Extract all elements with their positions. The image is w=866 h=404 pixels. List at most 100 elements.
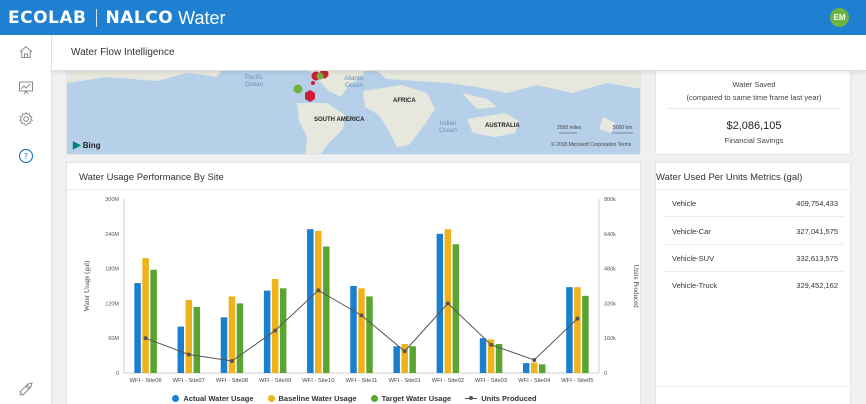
metric-value: 329,452,162 [796, 281, 838, 290]
y2-tick-label: 320k [604, 301, 616, 307]
metric-row-vehicle-car[interactable]: Vehicle-Car 327,041,575 [664, 218, 844, 245]
metric-row-vehicle[interactable]: Vehicle 409,754,433 [664, 190, 844, 217]
y2-axis-title: Units Produced [632, 264, 640, 308]
y2-tick-label: 640k [604, 232, 616, 238]
x-tick-label: WFI - Site08 [216, 378, 248, 384]
bar-baseline-water-usage [142, 258, 149, 373]
gear-icon[interactable] [0, 111, 52, 127]
bar-target-water-usage [409, 346, 416, 373]
map-label-australia: AUSTRALIA [485, 123, 520, 129]
units-produced-point [143, 336, 148, 341]
x-tick-label: WFI - Site09 [259, 378, 291, 384]
bar-actual-water-usage [566, 287, 573, 373]
metric-label: Vehicle-SUV [672, 253, 715, 263]
bar-actual-water-usage [393, 346, 400, 373]
bar-target-water-usage [279, 288, 287, 373]
bar-actual-water-usage [479, 338, 487, 373]
x-tick-label: WFI - Site02 [432, 378, 464, 384]
legend-label: Target Water Usage [381, 394, 452, 403]
legend-item[interactable]: Baseline Water Usage [267, 394, 357, 403]
top-bar: ECOLAB NALCO Water EM [0, 0, 866, 35]
sidebar: ? [0, 35, 52, 404]
y2-tick-label: 160k [604, 336, 616, 342]
page-header: Water Flow Intelligence [52, 35, 866, 71]
bar-baseline-water-usage [315, 230, 322, 373]
help-icon[interactable]: ? [0, 148, 52, 164]
bar-actual-water-usage [350, 286, 357, 373]
map-scale-km: 5000 km [613, 125, 633, 131]
units-produced-point [229, 359, 234, 364]
nalco-logo-text: NALCO [105, 8, 174, 28]
y2-tick-label: 480k [604, 267, 616, 273]
water-usage-chart: 0 60M 120M 180M 240M 300M 0 160k 320k 480k 640k 800… [83, 197, 640, 384]
x-tick-label: WFI - Site03 [475, 378, 507, 384]
bar-baseline-water-usage [530, 362, 538, 373]
map-label-indian: Indian Ocean [439, 121, 457, 134]
y-tick-label: 180M [105, 267, 119, 273]
y-tick-label: 240M [105, 232, 119, 238]
map-label-atlantic: Atlantic Ocean [344, 76, 364, 89]
bing-logo: ▶ Bing [73, 140, 101, 151]
monitor-chart-icon[interactable] [0, 80, 52, 96]
legend-swatch [172, 395, 180, 402]
legend-item[interactable]: Units Produced [465, 394, 537, 403]
bar-actual-water-usage [307, 229, 314, 373]
financial-savings-label: Financial Savings [724, 136, 784, 145]
site-map[interactable]: Pacific Ocean Atlantic Ocean AFRICA SOUT… [66, 62, 641, 155]
brand-divider [95, 9, 97, 27]
metric-value: 409,754,433 [796, 198, 838, 208]
comparison-note: (compared to same time frame last year) [686, 93, 822, 102]
chart-legend: Actual Water Usage Baseline Water Usage Ta… [67, 394, 642, 403]
metric-value: 327,041,575 [796, 226, 838, 236]
x-tick-label: WFI - Site05 [561, 378, 593, 384]
units-produced-point [489, 342, 494, 347]
map-label-pacific: Pacific Ocean [245, 75, 263, 88]
bar-actual-water-usage [220, 317, 228, 373]
map-scale-miles: 2500 miles [557, 125, 582, 131]
bar-target-water-usage [193, 306, 201, 373]
water-logo-text: Water [178, 7, 226, 28]
x-tick-label: WFI - Site07 [173, 378, 205, 384]
units-produced-point [359, 313, 364, 318]
legend-label: Actual Water Usage [183, 394, 254, 403]
user-avatar[interactable]: EM [830, 8, 849, 27]
bar-target-water-usage [366, 296, 373, 373]
bar-actual-water-usage [134, 283, 141, 373]
metric-label: Vehicle-Truck [672, 281, 718, 290]
units-produced-point [532, 357, 537, 362]
map-copyright[interactable]: © 2018 Microsoft Corporation Terms [551, 142, 631, 148]
bar-actual-water-usage [436, 233, 444, 373]
bar-actual-water-usage [177, 326, 185, 373]
y-tick-label: 60M [108, 336, 119, 342]
bar-baseline-water-usage [358, 288, 365, 373]
y-tick-label: 300M [105, 197, 119, 203]
bar-target-water-usage [538, 364, 546, 373]
brand-logo[interactable]: ECOLAB NALCO Water [8, 7, 226, 29]
rocket-icon[interactable] [0, 381, 52, 397]
bar-actual-water-usage [522, 363, 530, 373]
units-produced-point [186, 352, 191, 357]
bar-target-water-usage [150, 269, 157, 373]
metrics-footer-divider [656, 386, 852, 387]
metrics-title: Water Used Per Units Metrics (gal) [656, 172, 803, 183]
water-usage-chart-card: Water Usage Performance By Site 0 60M 120M… [66, 162, 642, 404]
x-tick-label: WFI - Site04 [518, 378, 551, 384]
savings-divider [668, 108, 840, 109]
legend-swatch [267, 395, 275, 402]
water-saved-label: Water Saved [732, 80, 776, 89]
metric-label: Vehicle-Car [672, 226, 711, 236]
bar-baseline-water-usage [444, 229, 452, 373]
units-produced-point [445, 301, 450, 306]
legend-item[interactable]: Actual Water Usage [172, 394, 254, 403]
metric-label: Vehicle [672, 198, 697, 208]
metric-row-vehicle-suv[interactable]: Vehicle-SUV 332,613,575 [664, 245, 844, 272]
home-icon[interactable] [0, 44, 52, 60]
y-axis-title: Water Usage (gal) [83, 260, 91, 311]
legend-label: Units Produced [481, 394, 537, 403]
y-tick-label: 120M [105, 301, 119, 307]
metric-row-vehicle-truck[interactable]: Vehicle-Truck 329,452,162 [664, 272, 844, 299]
svg-text:?: ? [24, 152, 28, 161]
legend-item[interactable]: Target Water Usage [370, 394, 452, 403]
y2-tick-label: 0 [604, 371, 607, 377]
x-tick-label: WFI - Site11 [346, 378, 378, 384]
